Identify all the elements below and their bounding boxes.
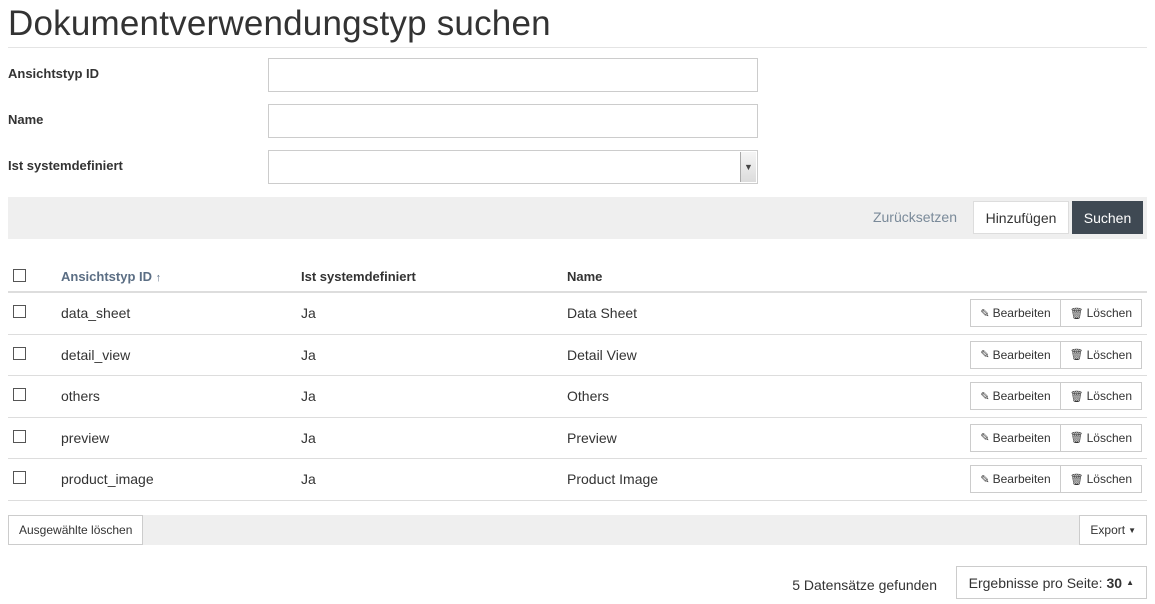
edit-button[interactable]: ✎ Bearbeiten <box>970 423 1061 452</box>
name-label: Name <box>8 112 44 127</box>
bottom-bar: Ausgewählte löschen Export ▼ <box>8 515 1147 545</box>
row-checkbox[interactable] <box>13 429 26 443</box>
records-found-text: 5 Datensätze gefunden <box>792 577 937 593</box>
trash-icon: 🗑 <box>1069 432 1084 444</box>
trash-icon: 🗑 <box>1069 307 1084 320</box>
delete-button[interactable]: 🗑 Löschen <box>1060 340 1142 369</box>
cell-name: Detail View <box>567 346 637 363</box>
row-actions: ✎ Bearbeiten 🗑 Löschen <box>970 299 1142 327</box>
trash-icon: 🗑 <box>1069 349 1084 361</box>
sort-ascending-icon: ↑ <box>155 272 162 284</box>
chevron-down-icon[interactable]: ▼ <box>740 152 756 182</box>
table-header: Ansichtstyp ID ↑ Ist systemdefiniert Nam… <box>8 255 1147 293</box>
pencil-icon: ✎ <box>980 473 990 486</box>
search-button[interactable]: Suchen <box>1072 201 1143 234</box>
edit-button[interactable]: ✎ Bearbeiten <box>970 340 1061 369</box>
row-actions: ✎ Bearbeiten 🗑 Löschen <box>970 340 1142 369</box>
action-bar: Zurücksetzen Hinzufügen Suchen <box>8 197 1147 239</box>
row-checkbox[interactable] <box>13 471 26 484</box>
form-row-system-defined: Ist systemdefiniert ▼ <box>8 150 758 184</box>
cell-view-type-id: data_sheet <box>61 305 131 321</box>
delete-button[interactable]: 🗑 Löschen <box>1060 423 1142 452</box>
add-button[interactable]: Hinzufügen <box>973 201 1069 234</box>
cell-system-defined: Ja <box>301 429 316 446</box>
results-per-page-label: Ergebnisse pro Seite: <box>968 574 1103 591</box>
export-label: Export <box>1090 523 1126 537</box>
row-actions: ✎ Bearbeiten 🗑 Löschen <box>970 382 1142 410</box>
edit-label: Bearbeiten <box>992 347 1051 362</box>
row-actions: ✎ Bearbeiten 🗑 Löschen <box>970 465 1142 493</box>
edit-label: Bearbeiten <box>992 389 1051 403</box>
cell-system-defined: Ja <box>301 346 316 363</box>
table-row: preview Ja Preview ✎ Bearbeiten 🗑 Löschen <box>8 418 1147 459</box>
cell-name: Product Image <box>567 471 659 487</box>
row-checkbox[interactable] <box>13 388 26 401</box>
delete-button[interactable]: 🗑 Löschen <box>1060 299 1142 327</box>
edit-label: Bearbeiten <box>992 430 1051 445</box>
edit-button[interactable]: ✎ Bearbeiten <box>970 382 1061 410</box>
cell-name: Preview <box>567 429 617 446</box>
delete-label: Löschen <box>1086 430 1132 445</box>
row-actions: ✎ Bearbeiten 🗑 Löschen <box>970 423 1142 452</box>
pencil-icon: ✎ <box>980 432 990 444</box>
system-defined-select[interactable]: ▼ <box>268 150 758 184</box>
caret-up-icon: ▲ <box>1126 578 1134 587</box>
row-checkbox[interactable] <box>13 346 26 360</box>
results-per-page-value: 30 <box>1106 574 1123 591</box>
cell-view-type-id: product_image <box>61 471 154 487</box>
table-row: detail_view Ja Detail View ✎ Bearbeiten 🗑… <box>8 335 1147 376</box>
edit-label: Bearbeiten <box>992 306 1051 320</box>
export-button[interactable]: Export ▼ <box>1079 515 1147 545</box>
trash-icon: 🗑 <box>1069 473 1084 486</box>
cell-name: Data Sheet <box>567 305 638 321</box>
view-type-id-label: Ansichtstyp ID <box>8 66 100 81</box>
delete-button[interactable]: 🗑 Löschen <box>1060 382 1142 410</box>
form-row-view-type-id: Ansichtstyp ID <box>8 58 758 92</box>
page-title: Dokumentverwendungstyp suchen <box>8 4 551 43</box>
form-row-name: Name <box>8 104 758 138</box>
pencil-icon: ✎ <box>980 307 990 320</box>
row-checkbox[interactable] <box>13 305 26 318</box>
title-divider <box>8 47 1147 48</box>
table-row: product_image Ja Product Image ✎ Bearbeit… <box>8 459 1147 501</box>
delete-label: Löschen <box>1086 472 1132 486</box>
delete-label: Löschen <box>1086 389 1132 403</box>
edit-button[interactable]: ✎ Bearbeiten <box>970 465 1061 493</box>
cell-view-type-id: preview <box>61 429 110 446</box>
edit-button[interactable]: ✎ Bearbeiten <box>970 299 1061 327</box>
trash-icon: 🗑 <box>1069 390 1084 403</box>
table-row: data_sheet Ja Data Sheet ✎ Bearbeiten 🗑 Lö… <box>8 293 1147 335</box>
cell-name: Others <box>567 388 610 404</box>
cell-system-defined: Ja <box>301 388 316 404</box>
edit-label: Bearbeiten <box>992 472 1051 486</box>
cell-system-defined: Ja <box>301 471 316 487</box>
column-header-view-type-id[interactable]: Ansichtstyp ID ↑ <box>61 269 161 284</box>
cell-view-type-id: others <box>61 388 100 404</box>
column-header-system-defined[interactable]: Ist systemdefiniert <box>301 269 416 284</box>
delete-selected-button[interactable]: Ausgewählte löschen <box>8 515 144 545</box>
delete-label: Löschen <box>1086 347 1132 362</box>
name-input[interactable] <box>268 104 758 138</box>
caret-down-icon: ▼ <box>1128 525 1136 535</box>
column-header-view-type-id-label: Ansichtstyp ID <box>61 269 153 284</box>
pencil-icon: ✎ <box>980 390 990 403</box>
cell-system-defined: Ja <box>301 305 316 321</box>
delete-label: Löschen <box>1086 306 1132 320</box>
reset-button[interactable]: Zurücksetzen <box>873 209 957 225</box>
view-type-id-input[interactable] <box>268 58 758 92</box>
column-header-name[interactable]: Name <box>567 269 602 284</box>
results-table: Ansichtstyp ID ↑ Ist systemdefiniert Nam… <box>8 255 1147 501</box>
delete-button[interactable]: 🗑 Löschen <box>1060 465 1142 493</box>
cell-view-type-id: detail_view <box>61 346 131 363</box>
results-per-page-button[interactable]: Ergebnisse pro Seite: 30 ▲ <box>955 566 1147 599</box>
pencil-icon: ✎ <box>980 349 990 361</box>
system-defined-label: Ist systemdefiniert <box>8 158 123 173</box>
select-all-checkbox[interactable] <box>13 269 26 282</box>
table-row: others Ja Others ✎ Bearbeiten 🗑 Löschen <box>8 376 1147 418</box>
